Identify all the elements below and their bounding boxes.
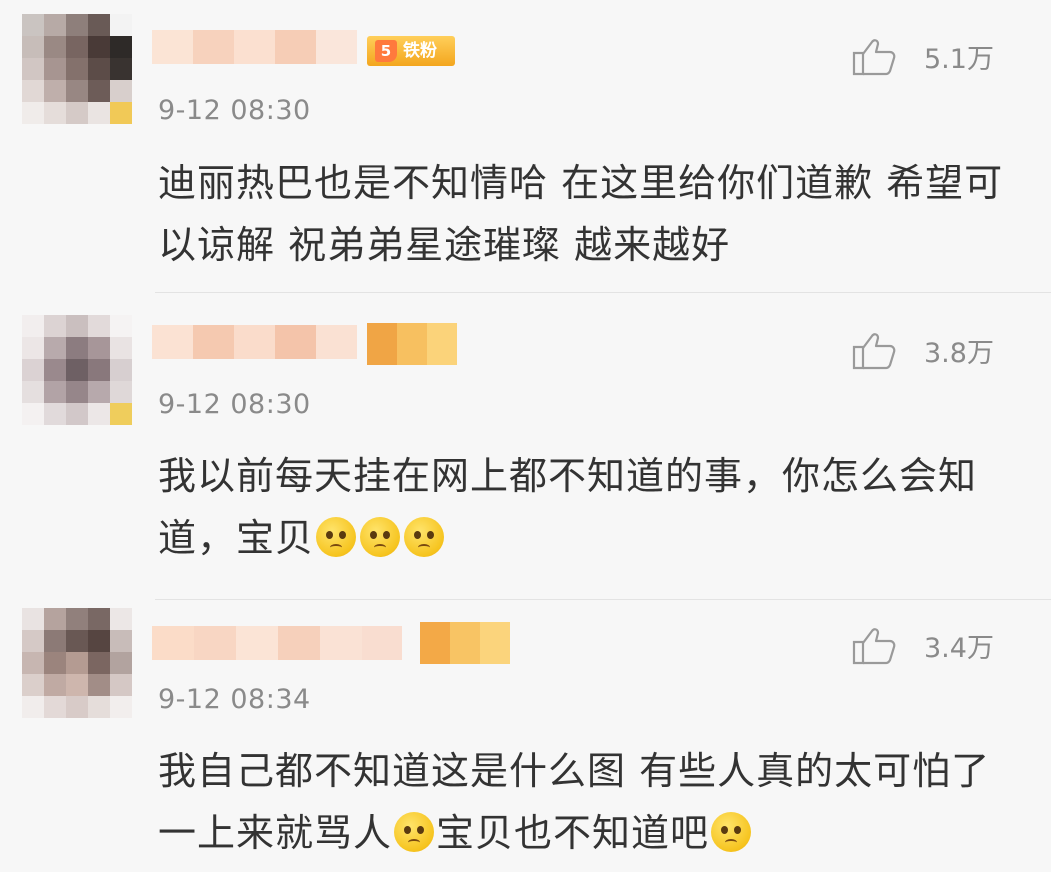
comment-timestamp: 9-12 08:34 — [158, 684, 311, 715]
comment-1: 5 铁粉 5.1万 9-12 08:30 迪丽热巴也是不知情哈 在这里给你们道歉… — [0, 0, 1051, 292]
comment-text-part2: 宝贝也不知道吧 — [436, 811, 710, 855]
pleading-face-emoji-icon — [394, 812, 435, 852]
pleading-face-emoji-icon — [316, 517, 357, 557]
comment-2: 3.8万 9-12 08:30 我以前每天挂在网上都不知道的事，你怎么会知道，宝… — [0, 293, 1051, 599]
comment-text: 我自己都不知道这是什么图 有些人真的太可怕了 一上来就骂人 宝贝也不知道吧 — [158, 740, 1008, 864]
like-button[interactable]: 3.8万 — [852, 330, 1012, 370]
fan-badge-blurred — [367, 323, 457, 365]
comment-text: 迪丽热巴也是不知情哈 在这里给你们道歉 希望可以谅解 祝弟弟星途璀璨 越来越好 — [158, 161, 1004, 267]
thumbs-up-icon — [852, 39, 896, 76]
comment-timestamp: 9-12 08:30 — [158, 389, 311, 420]
like-count: 5.1万 — [924, 43, 994, 75]
avatar[interactable] — [22, 14, 132, 124]
fan-badge-label: 铁粉 — [403, 41, 437, 61]
comment-text: 我以前每天挂在网上都不知道的事，你怎么会知道，宝贝 — [158, 445, 1008, 569]
pleading-face-emoji-icon — [360, 517, 401, 557]
pleading-face-emoji-icon — [404, 517, 445, 557]
comment-text-body: 我以前每天挂在网上都不知道的事，你怎么会知道，宝贝 — [158, 454, 978, 560]
like-count: 3.8万 — [924, 337, 994, 369]
like-count: 3.4万 — [924, 632, 994, 664]
like-button[interactable]: 3.4万 — [852, 625, 1012, 665]
thumbs-up-icon — [852, 333, 896, 370]
fan-badge-blurred — [420, 622, 510, 664]
username-blurred[interactable] — [152, 626, 402, 660]
pleading-face-emoji-icon — [711, 812, 752, 852]
thumbs-up-icon — [852, 628, 896, 665]
fan-level-icon: 5 — [375, 40, 397, 62]
like-button[interactable]: 5.1万 — [852, 36, 1012, 76]
avatar[interactable] — [22, 315, 132, 425]
fan-badge: 5 铁粉 — [367, 36, 455, 66]
comment-timestamp: 9-12 08:30 — [158, 95, 311, 126]
comment-3: 3.4万 9-12 08:34 我自己都不知道这是什么图 有些人真的太可怕了 一… — [0, 600, 1051, 872]
avatar[interactable] — [22, 608, 132, 718]
username-blurred[interactable] — [152, 30, 357, 64]
username-blurred[interactable] — [152, 325, 357, 359]
